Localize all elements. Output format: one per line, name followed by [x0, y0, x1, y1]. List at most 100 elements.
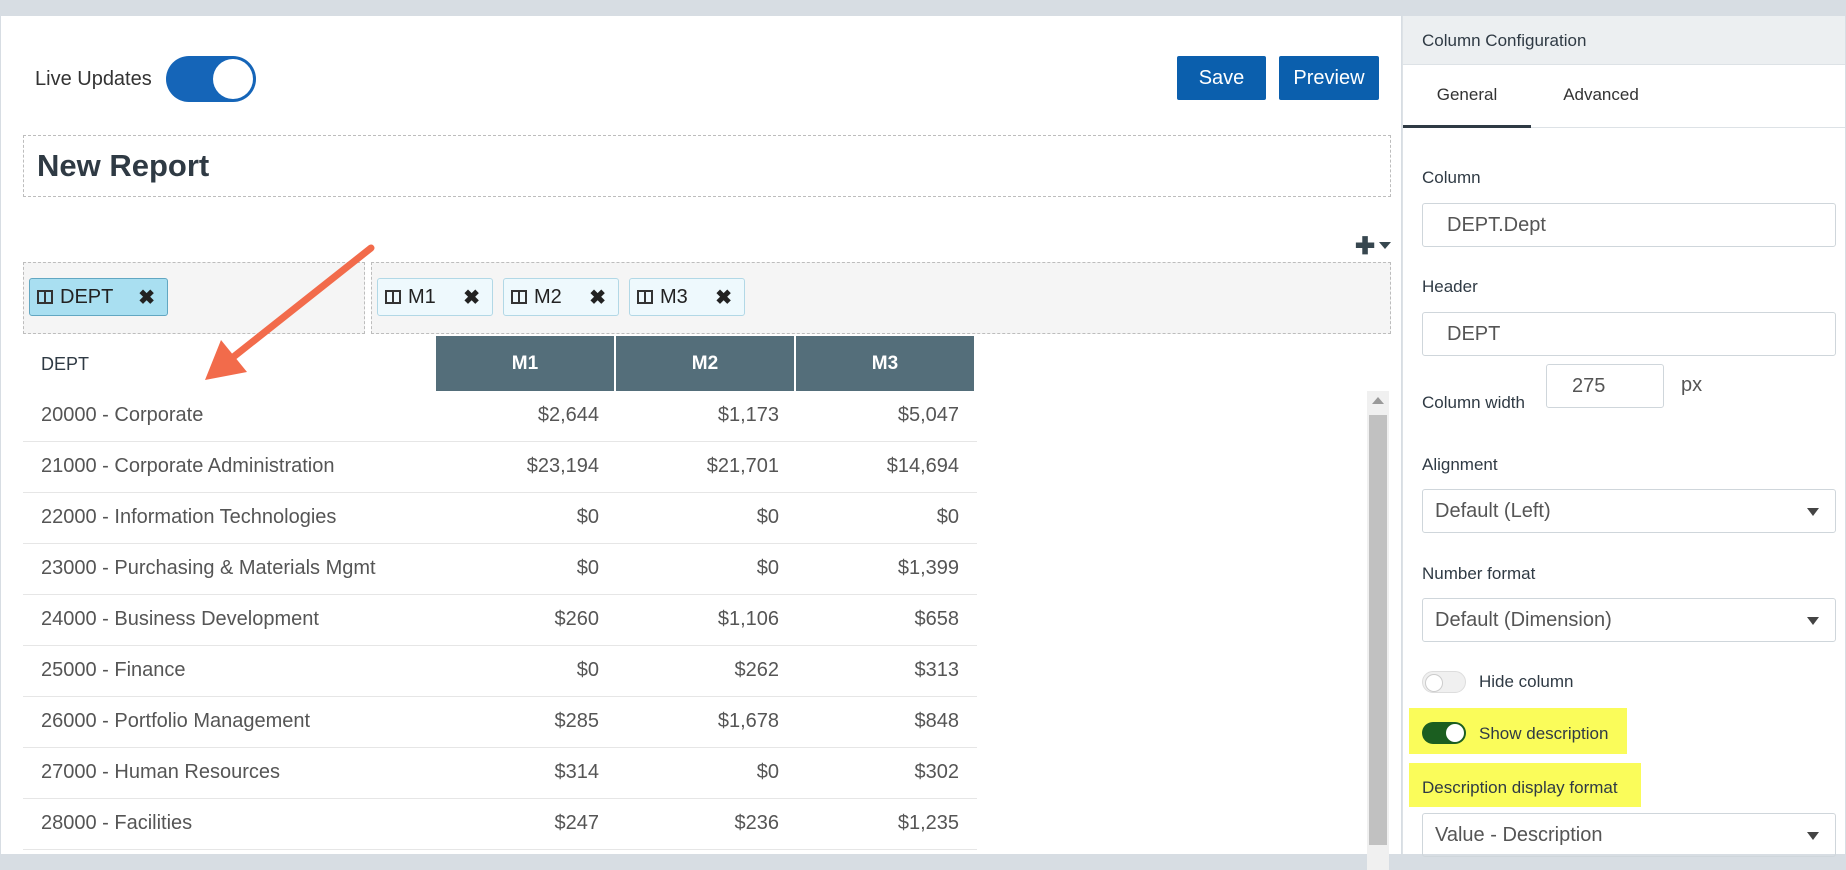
column-drop-zone[interactable]: M1 ✖ M2 ✖ M3 ✖	[371, 262, 1391, 334]
table-scrollbar[interactable]	[1367, 391, 1389, 870]
column-icon	[37, 290, 53, 304]
remove-icon[interactable]: ✖	[138, 285, 155, 310]
cell-m2: $1,173	[717, 404, 779, 426]
cell-m1: $260	[554, 608, 600, 630]
column-icon	[511, 290, 527, 304]
cell-m3: $302	[914, 761, 960, 783]
cell-dept: 28000 - Facilities	[41, 812, 193, 834]
cell-m2: $236	[734, 812, 780, 834]
description-format-label: Description display format	[1422, 778, 1618, 797]
chevron-down-icon	[1807, 617, 1819, 625]
table-row: 20000 - Corporate $2,644 $1,173 $5,047	[23, 391, 977, 442]
cell-m1: $2,644	[537, 404, 599, 426]
row-chip-dept[interactable]: DEPT ✖	[29, 278, 168, 316]
column-chip-m2[interactable]: M2 ✖	[503, 278, 619, 316]
cell-dept: 24000 - Business Development	[41, 608, 319, 630]
cell-m2: $21,701	[706, 455, 779, 477]
toggle-knob	[212, 59, 253, 99]
cell-m1: $0	[576, 659, 599, 681]
cell-m2: $0	[756, 557, 779, 579]
live-updates-toggle[interactable]	[165, 56, 256, 102]
column-label: Column	[1422, 168, 1481, 187]
show-description-toggle[interactable]	[1422, 722, 1466, 744]
report-editor: Live Updates Save Preview New Report ✚ D…	[1, 16, 1401, 870]
cell-m3: $14,694	[886, 455, 959, 477]
column-header-dept[interactable]: DEPT	[41, 354, 89, 375]
toggle-knob	[1446, 724, 1464, 742]
cell-m2: $0	[756, 506, 779, 528]
description-format-value: Value - Description	[1435, 823, 1603, 846]
table-row: 23000 - Purchasing & Materials Mgmt $0 $…	[23, 544, 977, 595]
column-field[interactable]: DEPT.Dept	[1422, 203, 1836, 247]
cell-dept: 26000 - Portfolio Management	[41, 710, 311, 732]
tab-general[interactable]: General	[1403, 65, 1531, 128]
cell-m3: $5,047	[897, 404, 959, 426]
alignment-value: Default (Left)	[1435, 499, 1551, 522]
panel-title: Column Configuration	[1422, 31, 1587, 50]
column-chip-m3[interactable]: M3 ✖	[629, 278, 745, 316]
tab-advanced[interactable]: Advanced	[1531, 65, 1671, 125]
cell-m3: $848	[914, 710, 960, 732]
table-header-row: DEPT M1 M2 M3	[23, 336, 977, 391]
scrollbar-thumb[interactable]	[1369, 415, 1387, 845]
cell-m3: $658	[914, 608, 960, 630]
window-top-strip	[0, 0, 1846, 16]
alignment-select[interactable]: Default (Left)	[1422, 489, 1836, 533]
cell-m1: $314	[554, 761, 600, 783]
chip-label: M3	[660, 285, 688, 308]
hide-column-toggle[interactable]	[1422, 671, 1466, 693]
remove-icon[interactable]: ✖	[589, 285, 606, 310]
scroll-up-icon[interactable]	[1372, 397, 1384, 404]
cell-m3: $1,235	[897, 812, 959, 834]
header-label: Header	[1422, 277, 1478, 296]
table-row: 21000 - Corporate Administration $23,194…	[23, 442, 977, 493]
panel-tabs: General Advanced	[1403, 65, 1845, 128]
live-updates-label: Live Updates	[35, 67, 152, 90]
number-format-select[interactable]: Default (Dimension)	[1422, 598, 1836, 642]
table-row: 27000 - Human Resources $314 $0 $302	[23, 748, 977, 799]
save-button[interactable]: Save	[1177, 56, 1266, 100]
number-format-value: Default (Dimension)	[1435, 608, 1612, 631]
chip-label: M1	[408, 285, 436, 308]
column-width-unit: px	[1681, 374, 1703, 396]
cell-m1: $0	[576, 557, 599, 579]
column-chip-m1[interactable]: M1 ✖	[377, 278, 493, 316]
table-row: 24000 - Business Development $260 $1,106…	[23, 595, 977, 646]
number-format-label: Number format	[1422, 564, 1536, 583]
table-row: 25000 - Finance $0 $262 $313	[23, 646, 977, 697]
column-header-m2[interactable]: M2	[616, 336, 794, 391]
cell-m2: $0	[756, 761, 779, 783]
chip-label: M2	[534, 285, 562, 308]
report-title: New Report	[37, 148, 210, 183]
cell-dept: 27000 - Human Resources	[41, 761, 281, 783]
column-header-m3[interactable]: M3	[796, 336, 974, 391]
report-title-box[interactable]: New Report	[23, 135, 1391, 197]
column-width-field[interactable]: 275	[1546, 364, 1664, 408]
annotation-arrow	[205, 244, 375, 380]
cell-dept: 23000 - Purchasing & Materials Mgmt	[41, 557, 376, 579]
hide-column-label: Hide column	[1479, 672, 1574, 691]
add-icon[interactable]: ✚	[1355, 232, 1375, 261]
alignment-label: Alignment	[1422, 455, 1498, 474]
table-row: 22000 - Information Technologies $0 $0 $…	[23, 493, 977, 544]
chevron-down-icon[interactable]	[1379, 242, 1391, 249]
remove-icon[interactable]: ✖	[463, 285, 480, 310]
table-row: 28000 - Facilities $247 $236 $1,235	[23, 799, 977, 850]
cell-m2: $262	[734, 659, 780, 681]
report-table: DEPT M1 M2 M3 20000 - Corporate $2,644 $…	[23, 336, 977, 850]
header-field[interactable]: DEPT	[1422, 312, 1836, 356]
preview-button[interactable]: Preview	[1279, 56, 1379, 100]
table-row: 26000 - Portfolio Management $285 $1,678…	[23, 697, 977, 748]
cell-m2: $1,678	[717, 710, 779, 732]
cell-m1: $23,194	[526, 455, 599, 477]
description-format-select[interactable]: Value - Description	[1422, 813, 1836, 857]
cell-m2: $1,106	[717, 608, 779, 630]
chevron-down-icon	[1807, 832, 1819, 840]
column-header-m1[interactable]: M1	[436, 336, 614, 391]
cell-m1: $285	[554, 710, 600, 732]
column-configuration-panel: Column Configuration General Advanced Co…	[1402, 16, 1845, 857]
cell-m1: $247	[554, 812, 600, 834]
remove-icon[interactable]: ✖	[715, 285, 732, 310]
show-description-label: Show description	[1479, 724, 1609, 743]
cell-dept: 21000 - Corporate Administration	[41, 455, 335, 477]
